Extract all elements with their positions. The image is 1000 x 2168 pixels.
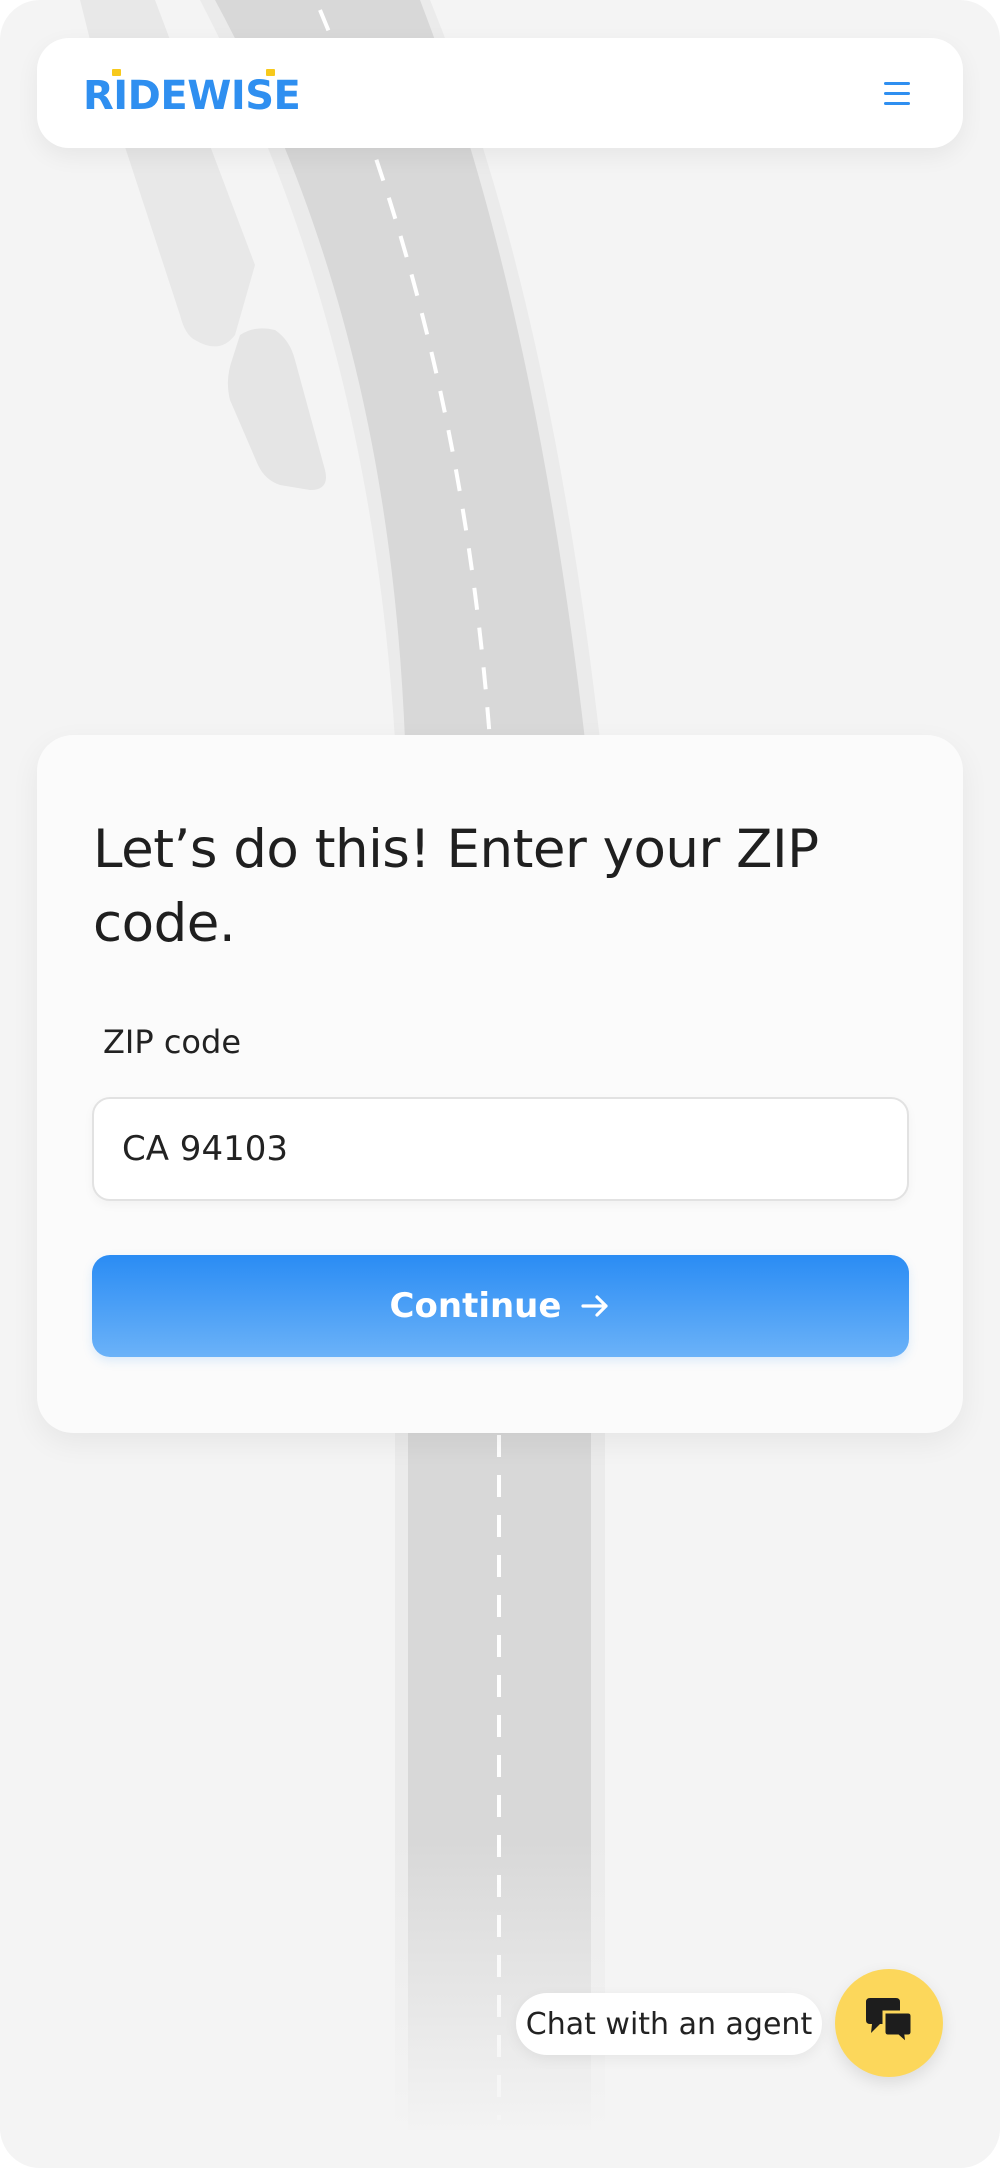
menu-line: [884, 101, 910, 105]
continue-label: Continue: [389, 1286, 562, 1326]
arrow-right-icon: [579, 1290, 611, 1322]
top-navbar: RIDEWISE: [37, 38, 963, 148]
menu-line: [884, 91, 910, 95]
app-screen: RIDEWISE Let’s do this! Enter your ZIP c…: [0, 0, 1000, 2168]
logo-accent-mark-1: [112, 69, 121, 76]
continue-button[interactable]: Continue: [92, 1255, 909, 1357]
zip-code-card: Let’s do this! Enter your ZIP code. ZIP …: [37, 735, 963, 1433]
menu-line: [884, 81, 910, 85]
chat-bubbles-icon: [862, 1996, 916, 2050]
logo-text: RIDEWISE: [83, 73, 301, 119]
logo-accent-mark-2: [266, 69, 275, 76]
chat-agent-button[interactable]: [835, 1969, 943, 2077]
ridewise-logo[interactable]: RIDEWISE: [83, 69, 301, 121]
zip-code-label: ZIP code: [103, 1023, 241, 1061]
chat-with-agent-label[interactable]: Chat with an agent: [516, 1993, 822, 2055]
page-title: Let’s do this! Enter your ZIP code.: [93, 819, 819, 954]
hamburger-menu-icon[interactable]: [875, 71, 919, 115]
zip-code-input[interactable]: [92, 1097, 909, 1201]
